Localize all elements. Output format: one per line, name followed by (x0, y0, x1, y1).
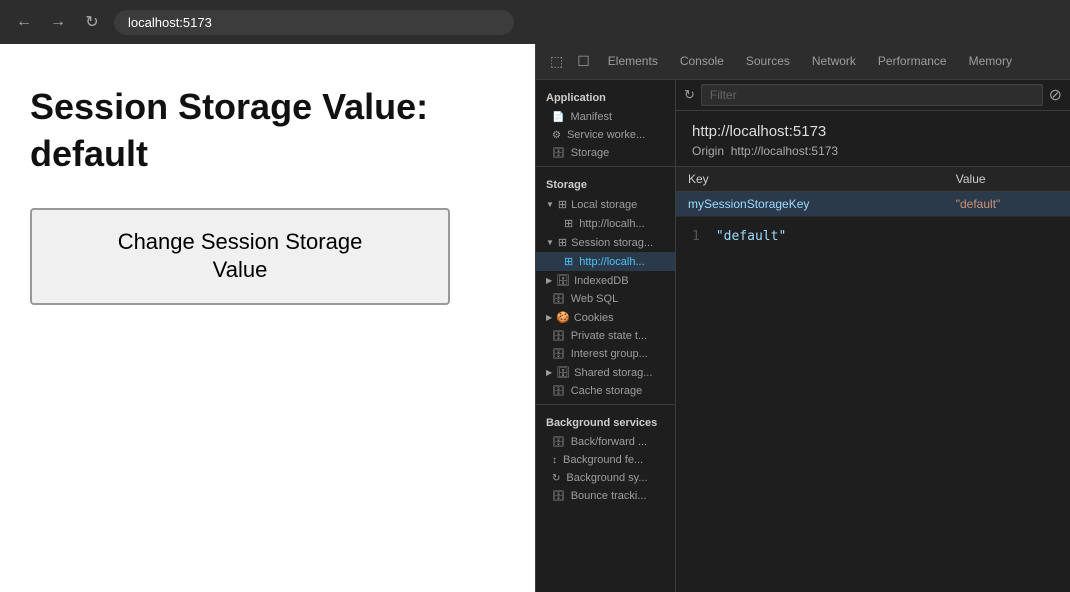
sidebar-item-manifest[interactable]: 📄 Manifest (536, 108, 675, 126)
sidebar-item-interest-group[interactable]: 🗄 Interest group... (536, 345, 675, 363)
sidebar-group-session-storage[interactable]: ▼ ⊞ Session storag... (536, 233, 675, 252)
sidebar-item-service-worker[interactable]: ⚙ Service worke... (536, 126, 675, 144)
table-row[interactable]: mySessionStorageKey "default" (676, 192, 1070, 217)
refresh-storage-button[interactable]: ↻ (684, 87, 695, 103)
db-icon: 🗄 (552, 386, 565, 397)
address-bar[interactable] (114, 10, 514, 35)
devtools-main-panel: ↻ ⊘ http://localhost:5173 Origin http://… (676, 80, 1070, 592)
chevron-down-icon: ▼ (546, 238, 554, 247)
storage-table: Key Value mySessionStorageKey "default" (676, 167, 1070, 217)
sidebar-divider-2 (536, 404, 675, 405)
sidebar-item-private-state[interactable]: 🗄 Private state t... (536, 327, 675, 345)
sidebar-divider (536, 166, 675, 167)
inspect-icon-button[interactable]: ⬚ (544, 49, 569, 74)
value-text: "default" (716, 229, 786, 244)
col-header-key: Key (676, 167, 944, 192)
table-cell-value: "default" (944, 192, 1070, 217)
sidebar-group-local-storage[interactable]: ▼ ⊞ Local storage (536, 195, 675, 214)
storage-icon: 🗄 (552, 148, 565, 159)
main-area: Session Storage Value: default Change Se… (0, 44, 1070, 592)
forward-button[interactable]: → (46, 10, 70, 34)
devtools-tabs-bar: ⬚ ☐ Elements Console Sources Network Per… (536, 44, 1070, 80)
grid-icon: ⊞ (558, 198, 567, 211)
manifest-icon: 📄 (552, 112, 564, 123)
col-header-value: Value (944, 167, 1070, 192)
back-forward-icon: 🗄 (552, 437, 565, 448)
db-icon: 🗄 (552, 349, 565, 360)
tab-sources[interactable]: Sources (736, 48, 800, 76)
db-icon: 🗄 (556, 274, 570, 287)
line-number: 1 (692, 229, 700, 244)
fetch-icon: ↕ (552, 455, 557, 466)
application-section-title: Application (536, 84, 675, 108)
sidebar-subitem-session-storage-origin[interactable]: ⊞ http://localh... (536, 252, 675, 271)
clear-filter-button[interactable]: ⊘ (1049, 85, 1062, 105)
sidebar-item-web-sql[interactable]: 🗄 Web SQL (536, 290, 675, 308)
tab-network[interactable]: Network (802, 48, 866, 76)
page-content: Session Storage Value: default Change Se… (0, 44, 535, 592)
sidebar-subitem-local-storage-origin[interactable]: ⊞ http://localh... (536, 214, 675, 233)
tab-elements[interactable]: Elements (598, 48, 668, 76)
tab-console[interactable]: Console (670, 48, 734, 76)
storage-url-header: http://localhost:5173 Origin http://loca… (676, 111, 1070, 167)
back-button[interactable]: ← (12, 10, 36, 34)
devtools-panel: ⬚ ☐ Elements Console Sources Network Per… (535, 44, 1070, 592)
service-worker-icon: ⚙ (552, 130, 561, 141)
device-icon-button[interactable]: ☐ (571, 49, 596, 74)
sidebar-item-storage-main[interactable]: 🗄 Storage (536, 144, 675, 162)
bg-services-title: Background services (536, 409, 675, 433)
change-session-button[interactable]: Change Session StorageValue (30, 208, 450, 305)
db-icon: 🗄 (552, 294, 565, 305)
storage-url-text: http://localhost:5173 (692, 123, 1054, 140)
cookie-icon: 🍪 (556, 311, 570, 324)
browser-toolbar: ← → ↻ (0, 0, 1070, 44)
bounce-icon: 🗄 (552, 491, 565, 502)
chevron-right-icon: ▶ (546, 276, 552, 285)
storage-section-title: Storage (536, 171, 675, 195)
db-icon: 🗄 (556, 366, 570, 379)
db-icon: 🗄 (552, 331, 565, 342)
devtools-body: Application 📄 Manifest ⚙ Service worke..… (536, 80, 1070, 592)
grid-icon: ⊞ (564, 255, 573, 268)
chevron-down-icon: ▼ (546, 200, 554, 209)
sidebar-item-bounce-tracking[interactable]: 🗄 Bounce tracki... (536, 487, 675, 505)
filter-bar: ↻ ⊘ (676, 80, 1070, 111)
devtools-sidebar: Application 📄 Manifest ⚙ Service worke..… (536, 80, 676, 592)
filter-input[interactable] (701, 84, 1043, 106)
sidebar-item-bg-sync[interactable]: ↻ Background sy... (536, 469, 675, 487)
sidebar-group-shared-storage[interactable]: ▶ 🗄 Shared storag... (536, 363, 675, 382)
chevron-right-icon: ▶ (546, 313, 552, 322)
grid-icon: ⊞ (558, 236, 567, 249)
chevron-right-icon: ▶ (546, 368, 552, 377)
sidebar-group-cookies[interactable]: ▶ 🍪 Cookies (536, 308, 675, 327)
sidebar-item-back-forward[interactable]: 🗄 Back/forward ... (536, 433, 675, 451)
session-value-display: Session Storage Value: default (30, 84, 505, 178)
value-display: 1 "default" (676, 217, 1070, 592)
tab-memory[interactable]: Memory (959, 48, 1022, 76)
table-cell-key: mySessionStorageKey (676, 192, 944, 217)
sidebar-group-indexeddb[interactable]: ▶ 🗄 IndexedDB (536, 271, 675, 290)
tab-performance[interactable]: Performance (868, 48, 957, 76)
sync-icon: ↻ (552, 473, 560, 484)
grid-icon: ⊞ (564, 217, 573, 230)
sidebar-item-bg-fetch[interactable]: ↕ Background fe... (536, 451, 675, 469)
refresh-button[interactable]: ↻ (80, 10, 104, 34)
storage-origin-text: Origin http://localhost:5173 (692, 144, 1054, 158)
sidebar-item-cache-storage[interactable]: 🗄 Cache storage (536, 382, 675, 400)
